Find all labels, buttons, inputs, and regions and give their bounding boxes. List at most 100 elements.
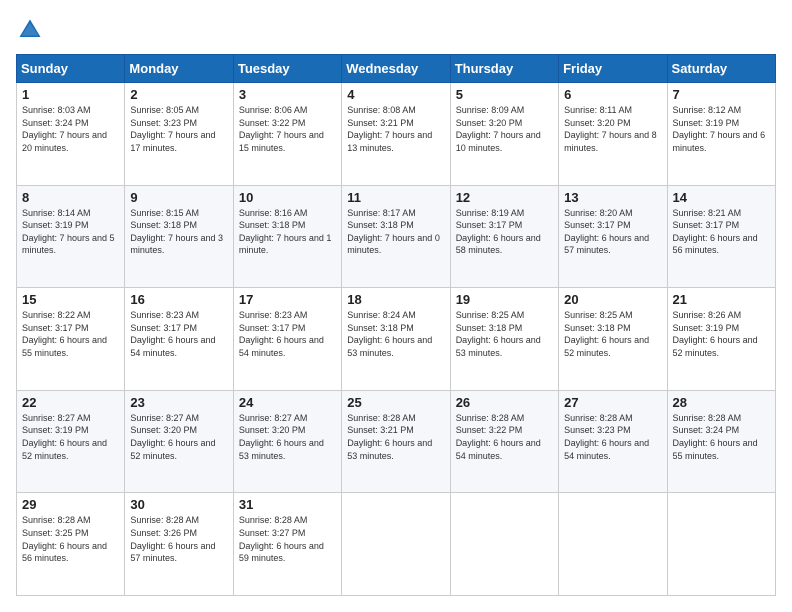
logo (16, 16, 48, 44)
day-cell-19: 19 Sunrise: 8:25 AMSunset: 3:18 PMDayligh… (450, 288, 558, 391)
day-info: Sunrise: 8:14 AMSunset: 3:19 PMDaylight:… (22, 207, 119, 257)
day-cell-28: 28 Sunrise: 8:28 AMSunset: 3:24 PMDayligh… (667, 390, 775, 493)
day-info: Sunrise: 8:20 AMSunset: 3:17 PMDaylight:… (564, 207, 661, 257)
day-number: 4 (347, 87, 444, 102)
day-cell-8: 8 Sunrise: 8:14 AMSunset: 3:19 PMDaylight… (17, 185, 125, 288)
day-info: Sunrise: 8:16 AMSunset: 3:18 PMDaylight:… (239, 207, 336, 257)
day-number: 13 (564, 190, 661, 205)
day-info: Sunrise: 8:28 AMSunset: 3:21 PMDaylight:… (347, 412, 444, 462)
day-number: 8 (22, 190, 119, 205)
day-info: Sunrise: 8:28 AMSunset: 3:25 PMDaylight:… (22, 514, 119, 564)
day-number: 25 (347, 395, 444, 410)
day-info: Sunrise: 8:17 AMSunset: 3:18 PMDaylight:… (347, 207, 444, 257)
empty-cell (559, 493, 667, 596)
day-cell-2: 2 Sunrise: 8:05 AMSunset: 3:23 PMDaylight… (125, 83, 233, 186)
header (16, 16, 776, 44)
day-number: 31 (239, 497, 336, 512)
day-number: 23 (130, 395, 227, 410)
day-info: Sunrise: 8:28 AMSunset: 3:24 PMDaylight:… (673, 412, 770, 462)
week-row-3: 15 Sunrise: 8:22 AMSunset: 3:17 PMDayligh… (17, 288, 776, 391)
day-cell-17: 17Sunrise: 8:23 AMSunset: 3:17 PMDayligh… (233, 288, 341, 391)
day-cell-10: 10 Sunrise: 8:16 AMSunset: 3:18 PMDayligh… (233, 185, 341, 288)
day-info: Sunrise: 8:27 AMSunset: 3:20 PMDaylight:… (130, 412, 227, 462)
logo-icon (16, 16, 44, 44)
day-info: Sunrise: 8:03 AMSunset: 3:24 PMDaylight:… (22, 104, 119, 154)
day-header-tuesday: Tuesday (233, 55, 341, 83)
day-number: 28 (673, 395, 770, 410)
day-info: Sunrise: 8:11 AMSunset: 3:20 PMDaylight:… (564, 104, 661, 154)
week-row-2: 8 Sunrise: 8:14 AMSunset: 3:19 PMDaylight… (17, 185, 776, 288)
day-cell-21: 21 Sunrise: 8:26 AMSunset: 3:19 PMDayligh… (667, 288, 775, 391)
day-number: 16 (130, 292, 227, 307)
day-number: 11 (347, 190, 444, 205)
day-number: 15 (22, 292, 119, 307)
day-info: Sunrise: 8:24 AMSunset: 3:18 PMDaylight:… (347, 309, 444, 359)
day-cell-14: 14Sunrise: 8:21 AMSunset: 3:17 PMDayligh… (667, 185, 775, 288)
day-cell-18: 18 Sunrise: 8:24 AMSunset: 3:18 PMDayligh… (342, 288, 450, 391)
day-cell-30: 30 Sunrise: 8:28 AMSunset: 3:26 PMDayligh… (125, 493, 233, 596)
day-info: Sunrise: 8:28 AMSunset: 3:27 PMDaylight:… (239, 514, 336, 564)
calendar-header-row: SundayMondayTuesdayWednesdayThursdayFrid… (17, 55, 776, 83)
day-cell-24: 24 Sunrise: 8:27 AMSunset: 3:20 PMDayligh… (233, 390, 341, 493)
day-cell-22: 22 Sunrise: 8:27 AMSunset: 3:19 PMDayligh… (17, 390, 125, 493)
day-info: Sunrise: 8:12 AMSunset: 3:19 PMDaylight:… (673, 104, 770, 154)
day-cell-26: 26 Sunrise: 8:28 AMSunset: 3:22 PMDayligh… (450, 390, 558, 493)
day-cell-12: 12 Sunrise: 8:19 AMSunset: 3:17 PMDayligh… (450, 185, 558, 288)
day-number: 27 (564, 395, 661, 410)
day-cell-11: 11 Sunrise: 8:17 AMSunset: 3:18 PMDayligh… (342, 185, 450, 288)
day-cell-29: 29 Sunrise: 8:28 AMSunset: 3:25 PMDayligh… (17, 493, 125, 596)
day-info: Sunrise: 8:25 AMSunset: 3:18 PMDaylight:… (564, 309, 661, 359)
day-number: 7 (673, 87, 770, 102)
day-cell-3: 3Sunrise: 8:06 AMSunset: 3:22 PMDaylight… (233, 83, 341, 186)
empty-cell (342, 493, 450, 596)
day-info: Sunrise: 8:19 AMSunset: 3:17 PMDaylight:… (456, 207, 553, 257)
day-info: Sunrise: 8:27 AMSunset: 3:20 PMDaylight:… (239, 412, 336, 462)
day-cell-6: 6 Sunrise: 8:11 AMSunset: 3:20 PMDaylight… (559, 83, 667, 186)
day-header-monday: Monday (125, 55, 233, 83)
day-cell-31: 31 Sunrise: 8:28 AMSunset: 3:27 PMDayligh… (233, 493, 341, 596)
day-number: 26 (456, 395, 553, 410)
day-info: Sunrise: 8:22 AMSunset: 3:17 PMDaylight:… (22, 309, 119, 359)
day-cell-15: 15 Sunrise: 8:22 AMSunset: 3:17 PMDayligh… (17, 288, 125, 391)
day-info: Sunrise: 8:28 AMSunset: 3:23 PMDaylight:… (564, 412, 661, 462)
day-number: 9 (130, 190, 227, 205)
day-info: Sunrise: 8:25 AMSunset: 3:18 PMDaylight:… (456, 309, 553, 359)
day-info: Sunrise: 8:28 AMSunset: 3:22 PMDaylight:… (456, 412, 553, 462)
day-cell-25: 25 Sunrise: 8:28 AMSunset: 3:21 PMDayligh… (342, 390, 450, 493)
day-number: 14 (673, 190, 770, 205)
day-info: Sunrise: 8:08 AMSunset: 3:21 PMDaylight:… (347, 104, 444, 154)
day-number: 19 (456, 292, 553, 307)
day-info: Sunrise: 8:26 AMSunset: 3:19 PMDaylight:… (673, 309, 770, 359)
day-cell-5: 5 Sunrise: 8:09 AMSunset: 3:20 PMDaylight… (450, 83, 558, 186)
day-info: Sunrise: 8:09 AMSunset: 3:20 PMDaylight:… (456, 104, 553, 154)
week-row-1: 1Sunrise: 8:03 AMSunset: 3:24 PMDaylight… (17, 83, 776, 186)
day-number: 22 (22, 395, 119, 410)
empty-cell (667, 493, 775, 596)
day-number: 18 (347, 292, 444, 307)
day-header-friday: Friday (559, 55, 667, 83)
day-header-sunday: Sunday (17, 55, 125, 83)
day-cell-4: 4 Sunrise: 8:08 AMSunset: 3:21 PMDaylight… (342, 83, 450, 186)
page: SundayMondayTuesdayWednesdayThursdayFrid… (0, 0, 792, 612)
week-row-5: 29 Sunrise: 8:28 AMSunset: 3:25 PMDayligh… (17, 493, 776, 596)
day-cell-27: 27 Sunrise: 8:28 AMSunset: 3:23 PMDayligh… (559, 390, 667, 493)
day-info: Sunrise: 8:06 AMSunset: 3:22 PMDaylight:… (239, 104, 336, 154)
day-number: 12 (456, 190, 553, 205)
day-number: 24 (239, 395, 336, 410)
day-number: 6 (564, 87, 661, 102)
day-info: Sunrise: 8:23 AMSunset: 3:17 PMDaylight:… (239, 309, 336, 359)
day-number: 10 (239, 190, 336, 205)
day-cell-9: 9Sunrise: 8:15 AMSunset: 3:18 PMDaylight… (125, 185, 233, 288)
day-number: 30 (130, 497, 227, 512)
day-number: 5 (456, 87, 553, 102)
day-number: 21 (673, 292, 770, 307)
day-info: Sunrise: 8:05 AMSunset: 3:23 PMDaylight:… (130, 104, 227, 154)
day-number: 29 (22, 497, 119, 512)
day-info: Sunrise: 8:28 AMSunset: 3:26 PMDaylight:… (130, 514, 227, 564)
day-info: Sunrise: 8:27 AMSunset: 3:19 PMDaylight:… (22, 412, 119, 462)
week-row-4: 22 Sunrise: 8:27 AMSunset: 3:19 PMDayligh… (17, 390, 776, 493)
day-header-saturday: Saturday (667, 55, 775, 83)
day-number: 2 (130, 87, 227, 102)
day-header-thursday: Thursday (450, 55, 558, 83)
day-cell-1: 1Sunrise: 8:03 AMSunset: 3:24 PMDaylight… (17, 83, 125, 186)
